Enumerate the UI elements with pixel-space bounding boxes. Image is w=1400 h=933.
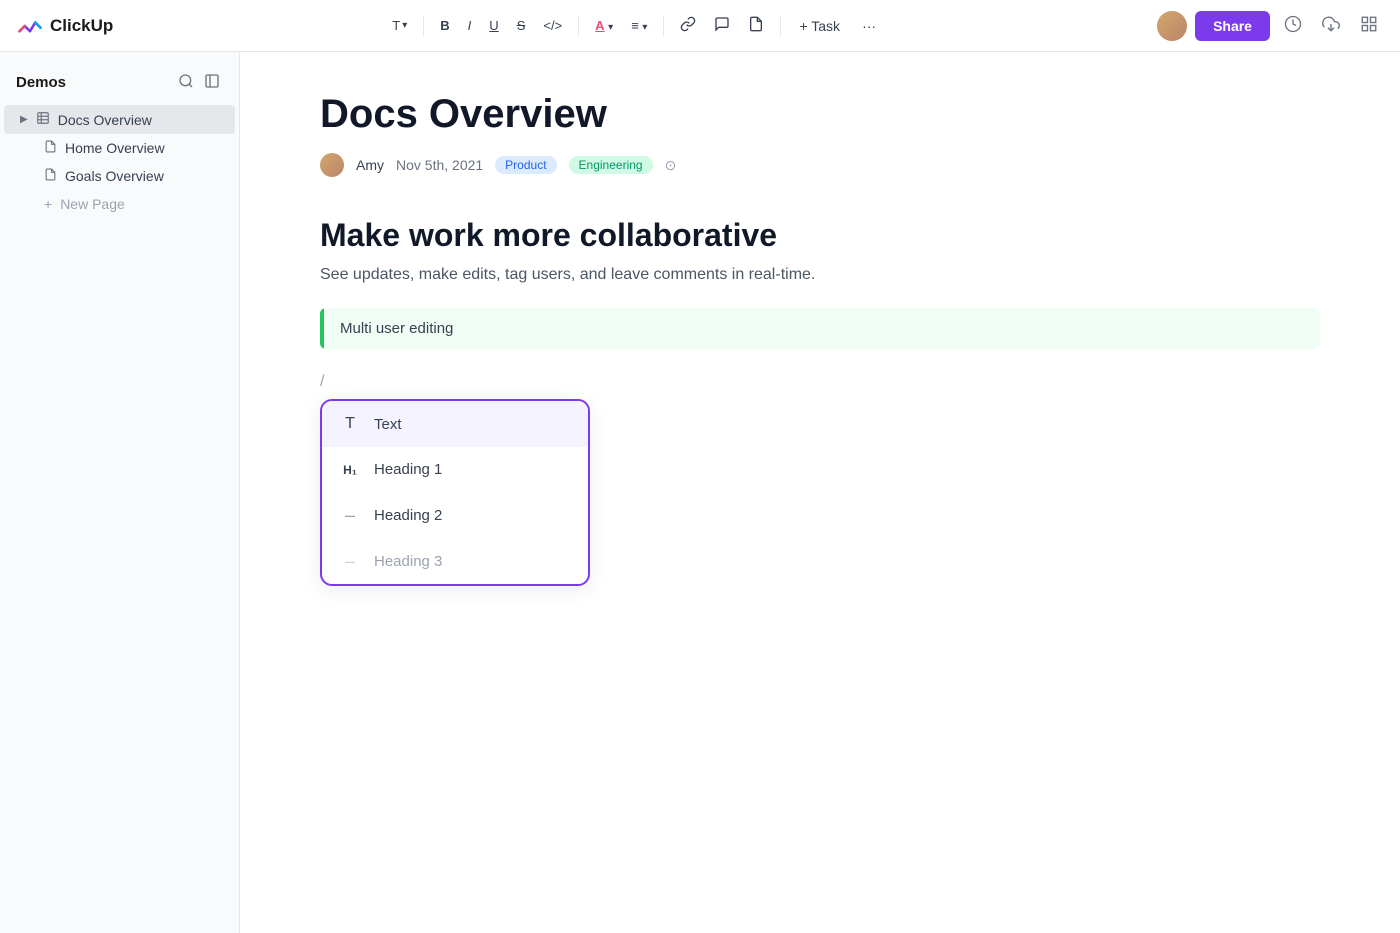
text-style-button[interactable]: T ▾ xyxy=(386,14,413,37)
divider-3 xyxy=(663,16,664,36)
menu-item-h2-label: Heading 2 xyxy=(374,507,442,524)
new-page-label: New Page xyxy=(60,196,125,212)
app-logo: ClickUp xyxy=(16,12,113,40)
share-button[interactable]: Share xyxy=(1195,11,1270,41)
expand-arrow: ▶ xyxy=(20,114,28,125)
h1-menu-icon: H₁ xyxy=(340,463,360,477)
menu-item-h3-label: Heading 3 xyxy=(374,553,442,570)
h3-menu-icon: – xyxy=(340,552,360,570)
callout-content: Multi user editing xyxy=(324,308,469,349)
tag-product[interactable]: Product xyxy=(495,156,556,174)
align-button[interactable]: ≡ ▾ xyxy=(625,14,653,37)
app-name: ClickUp xyxy=(50,16,113,36)
divider xyxy=(423,16,424,36)
comment-button[interactable] xyxy=(708,12,736,39)
attachment-button[interactable] xyxy=(742,12,770,39)
tag-engineering[interactable]: Engineering xyxy=(569,156,653,174)
sidebar-item-label-2: Goals Overview xyxy=(65,168,164,184)
sidebar-header: Demos xyxy=(0,64,239,105)
text-menu-icon: T xyxy=(340,415,360,433)
author-name: Amy xyxy=(356,157,384,173)
bold-button[interactable]: B xyxy=(434,14,455,37)
document-meta: Amy Nov 5th, 2021 Product Engineering ⊙ xyxy=(320,153,1320,177)
sidebar-item-home-overview[interactable]: Home Overview xyxy=(4,134,235,162)
author-avatar xyxy=(320,153,344,177)
slash-indicator: / xyxy=(320,373,1320,391)
add-task-button[interactable]: + Task xyxy=(791,14,848,38)
strikethrough-button[interactable]: S xyxy=(511,14,532,37)
docs-icon xyxy=(36,111,50,128)
toolbar-right: Share xyxy=(1157,9,1384,42)
command-dropdown: T Text H₁ Heading 1 – Heading 2 – Headin… xyxy=(320,399,590,586)
more-button[interactable]: ··· xyxy=(854,14,884,38)
page-icon-2 xyxy=(44,168,57,184)
sidebar-item-label: Docs Overview xyxy=(58,112,152,128)
menu-item-h3[interactable]: – Heading 3 xyxy=(322,538,588,584)
plus-icon: + xyxy=(44,196,52,212)
document-content: Docs Overview Amy Nov 5th, 2021 Product … xyxy=(240,52,1400,933)
document-title: Docs Overview xyxy=(320,92,1320,137)
code-button[interactable]: </> xyxy=(537,14,568,37)
doc-date: Nov 5th, 2021 xyxy=(396,157,483,173)
sidebar-collapse-button[interactable] xyxy=(201,70,223,95)
layout-button[interactable] xyxy=(1354,9,1384,42)
new-page-item[interactable]: + New Page xyxy=(4,190,235,218)
menu-item-h2[interactable]: – Heading 2 xyxy=(322,492,588,538)
divider-2 xyxy=(578,16,579,36)
sidebar-search-button[interactable] xyxy=(175,70,197,95)
sidebar-item-goals-overview[interactable]: Goals Overview xyxy=(4,162,235,190)
h2-menu-icon: – xyxy=(340,506,360,524)
main-layout: Demos ▶ Docs Overview Home Overv xyxy=(0,52,1400,933)
italic-button[interactable]: I xyxy=(462,14,478,37)
page-icon xyxy=(44,140,57,156)
avatar xyxy=(1157,11,1187,41)
sidebar: Demos ▶ Docs Overview Home Overv xyxy=(0,52,240,933)
sidebar-item-label: Home Overview xyxy=(65,140,165,156)
section-heading: Make work more collaborative xyxy=(320,217,1320,254)
main-toolbar: ClickUp T ▾ B I U S </> A ▾ ≡ ▾ xyxy=(0,0,1400,52)
link-button[interactable] xyxy=(674,12,702,39)
history-button[interactable] xyxy=(1278,9,1308,42)
workspace-name: Demos xyxy=(16,74,66,91)
sidebar-item-docs-overview[interactable]: ▶ Docs Overview xyxy=(4,105,235,134)
menu-item-h1-label: Heading 1 xyxy=(374,461,442,478)
menu-item-text[interactable]: T Text xyxy=(322,401,588,447)
formatting-toolbar: T ▾ B I U S </> A ▾ ≡ ▾ + Task ··· xyxy=(386,12,884,39)
export-button[interactable] xyxy=(1316,9,1346,42)
callout-block: Multi user editing xyxy=(320,308,1320,349)
font-color-button[interactable]: A ▾ xyxy=(589,14,619,37)
sidebar-actions xyxy=(175,70,223,95)
settings-icon[interactable]: ⊙ xyxy=(665,157,677,174)
menu-item-text-label: Text xyxy=(374,416,402,433)
divider-4 xyxy=(780,16,781,36)
section-subheading: See updates, make edits, tag users, and … xyxy=(320,266,1320,284)
menu-item-h1[interactable]: H₁ Heading 1 xyxy=(322,447,588,492)
underline-button[interactable]: U xyxy=(483,14,504,37)
